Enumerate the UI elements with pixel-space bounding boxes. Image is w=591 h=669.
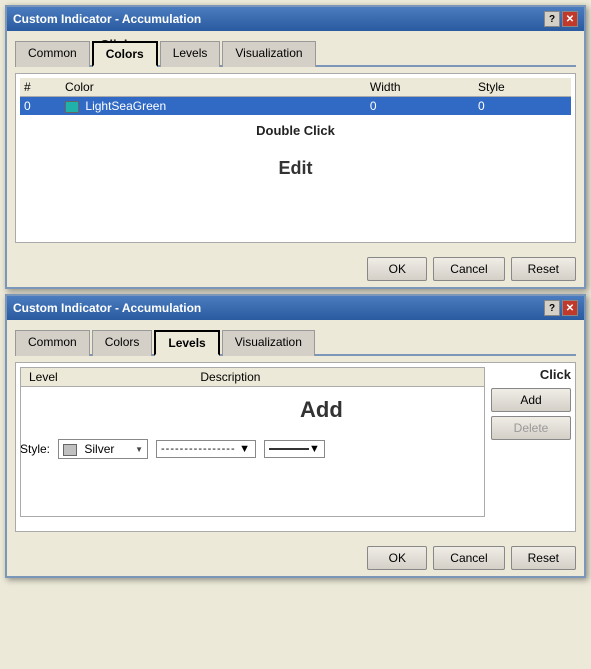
dialog2-body: Click Common Colors Levels Visualization… <box>7 320 584 540</box>
help-button-1[interactable]: ? <box>544 11 560 27</box>
levels-buttons: Click Add Delete <box>491 367 571 517</box>
color-swatch <box>65 101 79 113</box>
row-width: 0 <box>366 97 474 116</box>
color-dropdown-arrow: ▼ <box>135 445 143 454</box>
dialog1-title: Custom Indicator - Accumulation <box>13 12 201 26</box>
dash-select[interactable]: ---------------- ▼ <box>156 440 256 458</box>
tab-content-levels: Level Description Click Add <box>15 362 576 532</box>
close-button-1[interactable]: ✕ <box>562 11 578 27</box>
double-click-annotation: Double Click <box>20 123 571 138</box>
level-col-description: Description <box>192 368 484 387</box>
dialog1-titlebar: Custom Indicator - Accumulation ? ✕ <box>7 7 584 31</box>
tab-common-2[interactable]: Common <box>15 330 90 356</box>
reset-button-2[interactable]: Reset <box>511 546 576 570</box>
dash-dropdown-arrow: ▼ <box>239 443 251 455</box>
row-color: LightSeaGreen <box>61 97 366 116</box>
dialog1: Custom Indicator - Accumulation ? ✕ Clic… <box>5 5 586 289</box>
add-button[interactable]: Add <box>491 388 571 412</box>
dialog2-titlebar: Custom Indicator - Accumulation ? ✕ <box>7 296 584 320</box>
tab-colors-2[interactable]: Colors <box>92 330 153 356</box>
colors-table: # Color Width Style 0 LightSeaGreen 0 <box>20 78 571 115</box>
col-header-color: Color <box>61 78 366 97</box>
row-style: 0 <box>474 97 571 116</box>
tab-levels-1[interactable]: Levels <box>160 41 221 67</box>
tabs-1: Common Colors Levels Visualization <box>15 39 576 67</box>
cancel-button-2[interactable]: Cancel <box>433 546 504 570</box>
ok-button-1[interactable]: OK <box>367 257 427 281</box>
dialog1-body: Click Common Colors Levels Visualization… <box>7 31 584 251</box>
help-button-2[interactable]: ? <box>544 300 560 316</box>
edit-annotation: Edit <box>20 138 571 199</box>
style-label: Style: <box>20 442 50 456</box>
close-button-2[interactable]: ✕ <box>562 300 578 316</box>
line-preview <box>269 448 309 450</box>
ok-button-2[interactable]: OK <box>367 546 427 570</box>
row-index: 0 <box>20 97 61 116</box>
tab-common-1[interactable]: Common <box>15 41 90 67</box>
col-header-index: # <box>20 78 61 97</box>
tab-colors-1[interactable]: Colors <box>92 41 158 67</box>
dialog1-footer: OK Cancel Reset <box>7 251 584 287</box>
dialog2-footer: OK Cancel Reset <box>7 540 584 576</box>
level-col-level: Level <box>21 368 192 387</box>
titlebar-controls-1: ? ✕ <box>544 11 578 27</box>
color-swatch-silver <box>63 444 77 456</box>
tab-visualization-1[interactable]: Visualization <box>222 41 315 67</box>
cancel-button-1[interactable]: Cancel <box>433 257 504 281</box>
dialog2: Custom Indicator - Accumulation ? ✕ Clic… <box>5 294 586 578</box>
tab-content-colors: # Color Width Style 0 LightSeaGreen 0 <box>15 73 576 243</box>
line-dropdown-arrow: ▼ <box>309 443 320 455</box>
dialog2-title: Custom Indicator - Accumulation <box>13 301 201 315</box>
delete-button[interactable]: Delete <box>491 416 571 440</box>
tabs-2: Common Colors Levels Visualization <box>15 328 576 356</box>
col-header-width: Width <box>366 78 474 97</box>
tab-visualization-2[interactable]: Visualization <box>222 330 315 356</box>
reset-button-1[interactable]: Reset <box>511 257 576 281</box>
color-select[interactable]: Silver ▼ <box>58 439 148 459</box>
line-select[interactable]: ▼ <box>264 440 325 458</box>
levels-table: Level Description <box>21 368 484 387</box>
tab-levels-2[interactable]: Levels <box>154 330 219 356</box>
titlebar-controls-2: ? ✕ <box>544 300 578 316</box>
color-row-0[interactable]: 0 LightSeaGreen 0 0 <box>20 97 571 116</box>
click-annotation-add: Click <box>491 367 571 382</box>
col-header-style: Style <box>474 78 571 97</box>
